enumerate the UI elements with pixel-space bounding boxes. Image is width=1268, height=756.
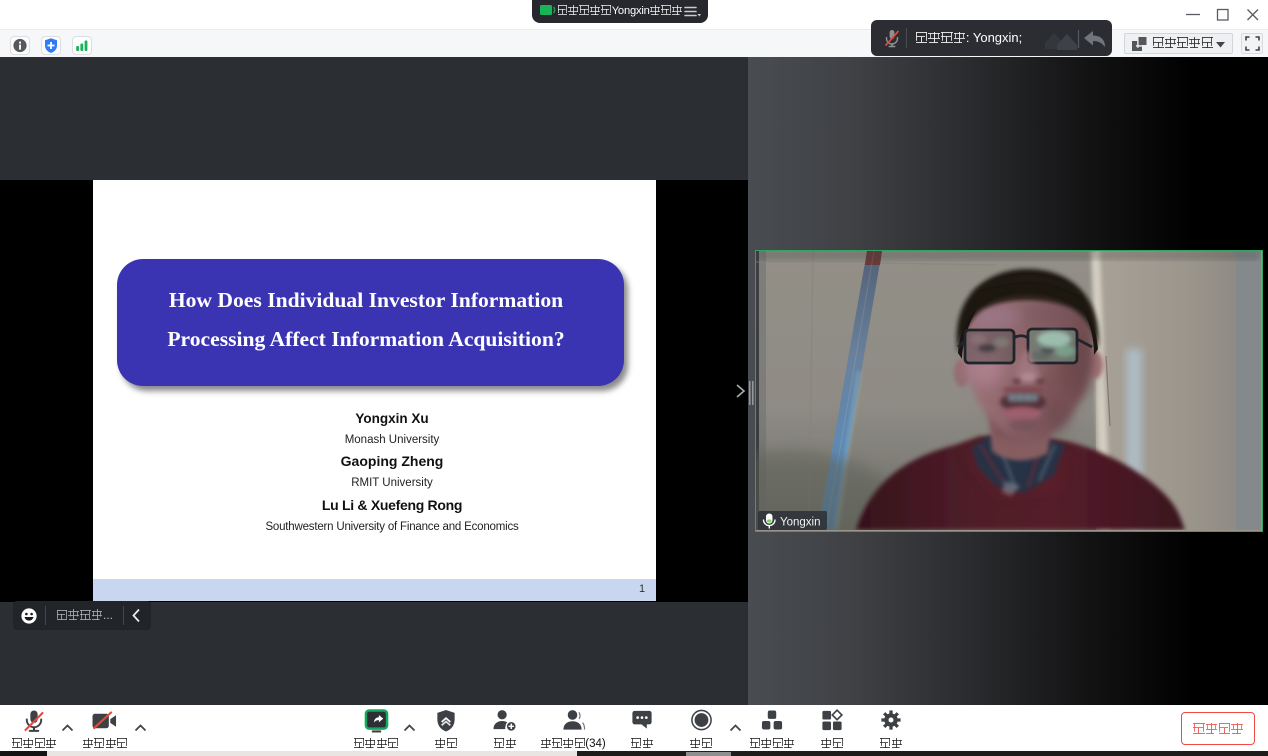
- svg-text:Yongxin: Yongxin: [780, 516, 821, 528]
